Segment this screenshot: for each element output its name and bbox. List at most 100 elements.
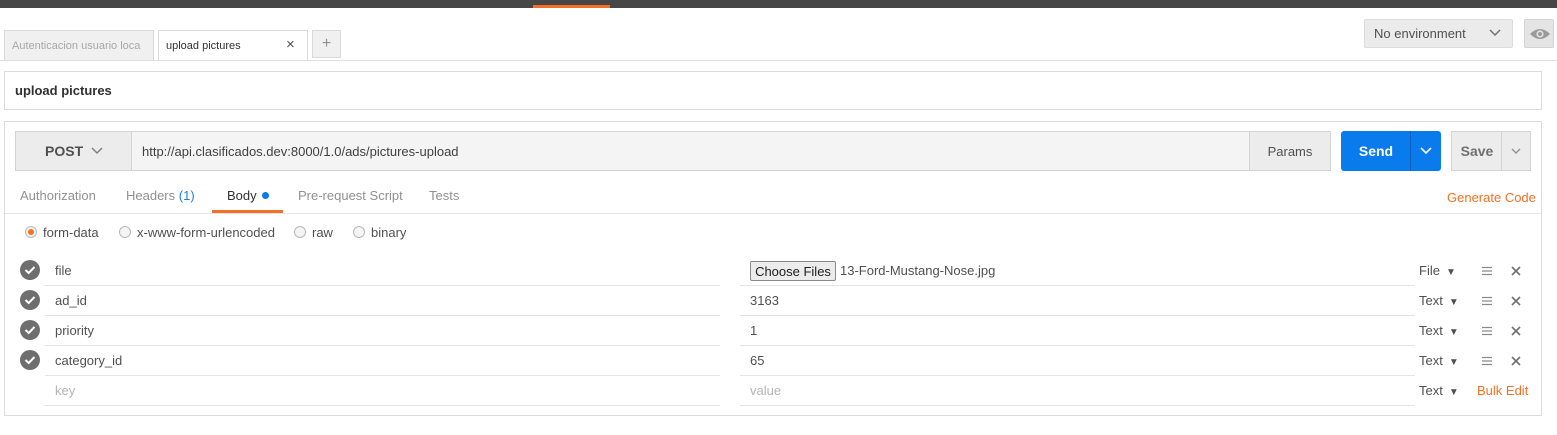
divider — [45, 345, 720, 346]
row-type-select[interactable]: Text ▼ — [1419, 293, 1459, 308]
row-type-label: Text — [1419, 293, 1443, 308]
caret-down-icon: ▼ — [1448, 387, 1459, 398]
chevron-down-icon — [1511, 148, 1521, 154]
row-enabled-checkbox[interactable] — [20, 290, 40, 310]
row-key[interactable]: file — [55, 263, 72, 278]
row-enabled-checkbox[interactable] — [20, 320, 40, 340]
caret-down-icon: ▼ — [1445, 267, 1456, 278]
row-key[interactable]: priority — [55, 323, 94, 338]
radio-icon — [119, 226, 131, 238]
row-type-label: Text — [1419, 383, 1443, 398]
tab-label: Body — [227, 188, 257, 203]
send-label: Send — [1358, 143, 1394, 159]
add-tab-button[interactable]: + — [312, 30, 341, 58]
new-key-input[interactable]: key — [55, 383, 75, 398]
drag-handle-icon[interactable] — [1482, 296, 1492, 306]
send-options-button[interactable] — [1410, 131, 1441, 171]
radio-label: x-www-form-urlencoded — [137, 224, 275, 240]
divider — [740, 315, 1415, 316]
close-icon[interactable]: × — [286, 37, 298, 52]
row-value: 13-Ford-Mustang-Nose.jpg — [840, 263, 996, 278]
delete-icon[interactable] — [1511, 326, 1521, 336]
tab-authorization[interactable]: Authorization — [20, 188, 96, 208]
environment-select[interactable]: No environment — [1364, 19, 1513, 48]
headers-count: (1) — [178, 188, 195, 203]
radio-icon — [294, 226, 306, 238]
row-type-label: File — [1419, 263, 1440, 278]
new-value-input[interactable]: value — [750, 383, 781, 398]
radio-form-data[interactable]: form-data — [25, 224, 99, 240]
row-key[interactable]: category_id — [55, 353, 122, 368]
radio-x-www-form-urlencoded[interactable]: x-www-form-urlencoded — [119, 224, 275, 240]
divider — [45, 375, 720, 376]
drag-handle-icon[interactable] — [1482, 326, 1492, 336]
divider — [740, 285, 1415, 286]
caret-down-icon: ▼ — [1448, 327, 1459, 338]
row-value[interactable]: 65 — [750, 353, 764, 368]
title-bar — [0, 0, 1557, 8]
drag-handle-icon[interactable] — [1482, 266, 1492, 276]
environment-label: No environment — [1374, 26, 1466, 41]
check-icon — [24, 326, 36, 335]
check-icon — [24, 356, 36, 365]
modified-indicator — [261, 192, 269, 199]
tab-headers[interactable]: Headers (1) — [126, 188, 195, 208]
row-enabled-checkbox[interactable] — [20, 350, 40, 370]
url-input[interactable]: http://api.clasificados.dev:8000/1.0/ads… — [131, 131, 1250, 171]
row-value[interactable]: 3163 — [750, 293, 779, 308]
tab-upload-pictures[interactable]: upload pictures × — [158, 30, 308, 61]
chevron-down-icon — [91, 147, 103, 155]
tab-label: Autenticacion usuario loca — [12, 39, 141, 52]
row-type-select[interactable]: Text ▼ — [1419, 323, 1459, 338]
drag-handle-icon[interactable] — [1482, 356, 1492, 366]
params-button[interactable]: Params — [1249, 131, 1331, 171]
delete-icon[interactable] — [1511, 356, 1521, 366]
send-button[interactable]: Send — [1341, 131, 1411, 171]
radio-raw[interactable]: raw — [294, 224, 333, 240]
title-bar-accent — [533, 5, 610, 8]
tab-pre-request-script[interactable]: Pre-request Script — [298, 188, 403, 208]
caret-down-icon: ▼ — [1448, 297, 1459, 308]
row-type-select[interactable]: Text ▼ — [1419, 353, 1459, 368]
method-label: POST — [45, 143, 84, 159]
save-button[interactable]: Save — [1451, 131, 1502, 171]
choose-files-button[interactable]: Choose Files — [750, 261, 836, 281]
row-key[interactable]: ad_id — [55, 293, 87, 308]
delete-icon[interactable] — [1511, 266, 1521, 276]
row-enabled-checkbox[interactable] — [20, 260, 40, 280]
row-type-label: Text — [1419, 323, 1443, 338]
row-type-label: Text — [1419, 353, 1443, 368]
params-label: Params — [1267, 143, 1313, 159]
chevron-down-icon — [1489, 29, 1501, 37]
eye-icon — [1530, 29, 1550, 39]
bulk-edit-link[interactable]: Bulk Edit — [1477, 383, 1528, 398]
divider — [740, 375, 1415, 376]
delete-icon[interactable] — [1511, 296, 1521, 306]
method-select[interactable]: POST — [15, 131, 132, 171]
radio-selected-icon — [25, 226, 37, 238]
row-value[interactable]: 1 — [750, 323, 757, 338]
tab-tests[interactable]: Tests — [429, 188, 459, 208]
save-options-button[interactable] — [1501, 131, 1531, 171]
generate-code-link[interactable]: Generate Code — [1447, 190, 1536, 205]
radio-icon — [353, 226, 365, 238]
check-icon — [24, 266, 36, 275]
url-text: http://api.clasificados.dev:8000/1.0/ads… — [142, 143, 459, 159]
save-label: Save — [1460, 143, 1494, 159]
radio-label: binary — [371, 224, 407, 240]
tab-autenticacion[interactable]: Autenticacion usuario loca — [4, 30, 154, 60]
row-type-select[interactable]: File ▼ — [1419, 263, 1456, 278]
environment-quick-look-button[interactable] — [1524, 19, 1554, 48]
row-type-select[interactable]: Text ▼ — [1419, 383, 1459, 398]
tab-label: Pre-request Script — [298, 188, 403, 203]
tab-label: Authorization — [20, 188, 96, 203]
radio-binary[interactable]: binary — [353, 224, 406, 240]
tab-body[interactable]: Body — [227, 188, 269, 208]
chevron-down-icon — [1420, 147, 1432, 155]
tab-label: upload pictures — [166, 40, 241, 52]
divider — [740, 345, 1415, 346]
request-name[interactable]: upload pictures — [4, 71, 1542, 110]
divider — [740, 405, 1415, 406]
divider — [0, 60, 1557, 61]
tab-label: Tests — [429, 188, 460, 203]
